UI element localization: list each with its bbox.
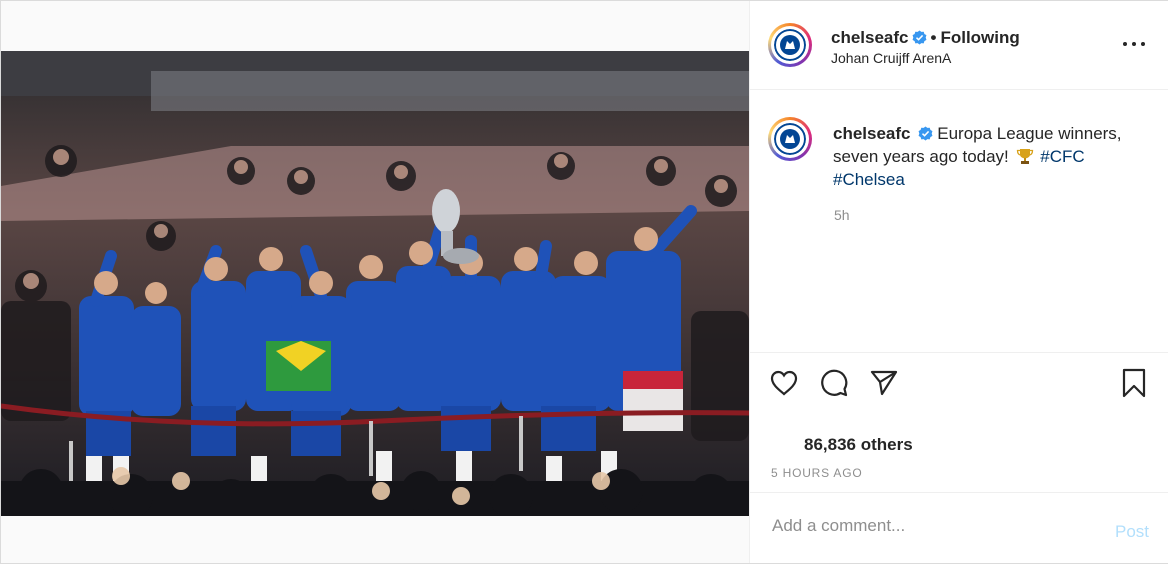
post-photo[interactable] — [1, 51, 749, 516]
hashtag-cfc[interactable]: #CFC — [1040, 147, 1084, 166]
team-celebration-photo — [1, 51, 749, 516]
more-options-icon[interactable] — [1121, 33, 1147, 53]
location-link[interactable]: Johan Cruijff ArenA — [831, 50, 951, 66]
likes-count[interactable]: 86,836 others — [804, 435, 913, 455]
chelsea-crest-icon — [774, 123, 806, 155]
bookmark-icon[interactable] — [1118, 367, 1150, 399]
post-caption: chelseafc Europa League winners, seven y… — [833, 122, 1153, 191]
media-area — [1, 1, 749, 563]
heart-icon[interactable] — [768, 367, 800, 399]
hashtag-chelsea[interactable]: #Chelsea — [833, 170, 905, 189]
profile-avatar[interactable] — [768, 23, 812, 67]
following-button[interactable]: Following — [940, 28, 1019, 47]
header-title-line: chelseafc • Following — [831, 28, 1020, 48]
caption-username[interactable]: chelseafc — [833, 124, 911, 143]
post-details-panel: chelseafc • Following Johan Cruijff ArenA … — [749, 1, 1168, 563]
post-header: chelseafc • Following Johan Cruijff ArenA — [750, 1, 1168, 90]
header-username[interactable]: chelseafc — [831, 28, 909, 47]
comment-input[interactable] — [770, 513, 1094, 539]
trophy-icon — [1016, 149, 1033, 164]
caption-timestamp[interactable]: 5h — [834, 207, 850, 223]
chelsea-crest-icon — [774, 29, 806, 61]
separator-dot: • — [930, 28, 937, 47]
caption-avatar[interactable] — [768, 117, 812, 161]
verified-badge-icon — [918, 126, 932, 141]
post-age[interactable]: 5 HOURS AGO — [771, 466, 863, 480]
paper-plane-icon[interactable] — [868, 367, 900, 399]
comment-icon[interactable] — [818, 367, 850, 399]
comment-bar: Post — [750, 492, 1168, 564]
verified-badge-icon — [912, 30, 926, 45]
post-comment-button[interactable]: Post — [1115, 522, 1149, 542]
